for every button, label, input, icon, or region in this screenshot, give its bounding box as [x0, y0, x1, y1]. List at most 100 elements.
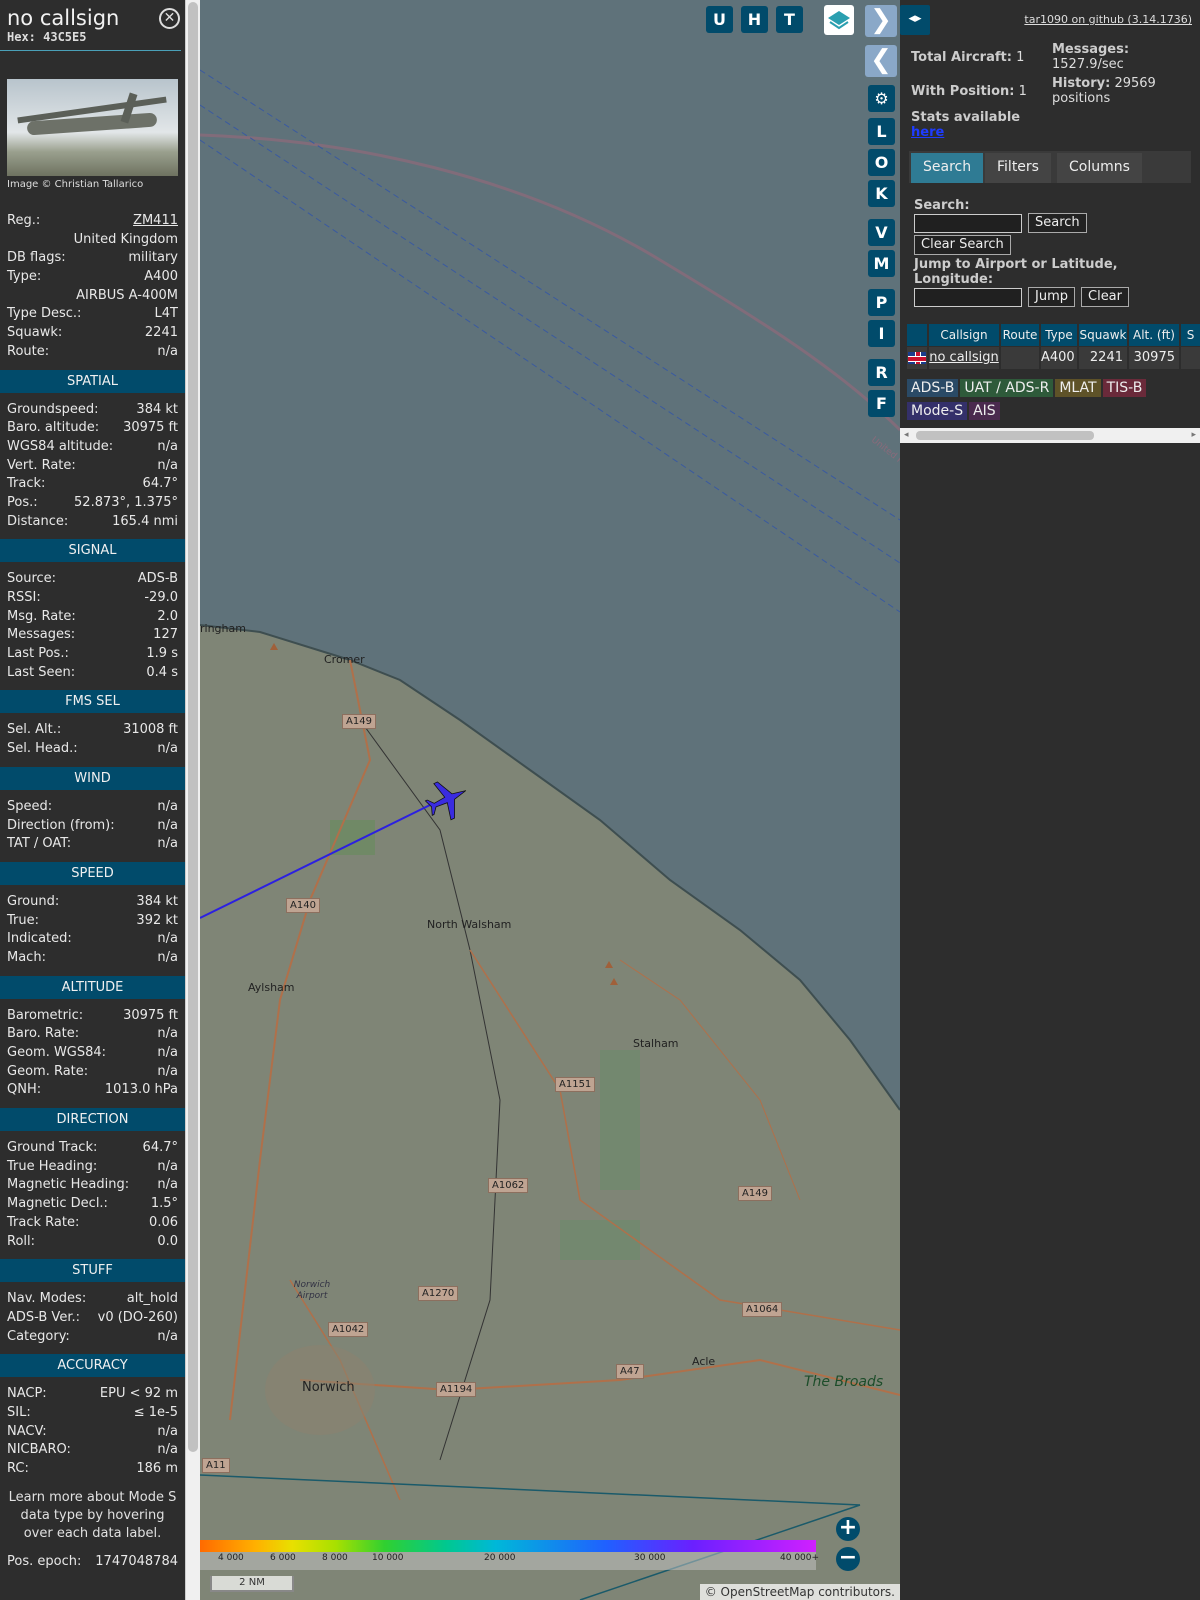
legend-ads-b[interactable]: ADS-B [907, 379, 959, 397]
col-callsign[interactable]: Callsign [929, 324, 1001, 346]
info-row-label[interactable]: True Heading: [7, 1158, 97, 1177]
osm-attribution[interactable]: © OpenStreetMap contributors. [699, 1584, 900, 1600]
legend-uat-ads-r[interactable]: UAT / ADS-R [960, 379, 1054, 397]
info-row-label[interactable]: Track Rate: [7, 1214, 79, 1233]
info-row-label[interactable]: DB flags: [7, 249, 66, 268]
info-row-label[interactable]: Ground Track: [7, 1139, 97, 1158]
jump-input[interactable] [914, 287, 1022, 307]
info-row-label[interactable]: Pos. epoch: [7, 1553, 81, 1572]
info-row-label[interactable]: Type: [7, 268, 41, 287]
info-row-label[interactable]: NACP: [7, 1385, 47, 1404]
info-row-label[interactable]: RC: [7, 1460, 29, 1479]
col-route[interactable]: Route [1001, 324, 1041, 346]
col-speed[interactable]: S [1181, 324, 1200, 346]
info-row-label[interactable]: Last Seen: [7, 664, 75, 683]
zoom-out-button[interactable]: − [836, 1547, 860, 1571]
map-button-m[interactable]: M [868, 250, 895, 277]
map-button-v[interactable]: V [868, 219, 895, 246]
info-row-label[interactable]: Speed: [7, 798, 52, 817]
callsign-cell[interactable]: no callsign [929, 347, 1001, 369]
info-row-label[interactable]: Geom. WGS84: [7, 1044, 106, 1063]
info-row-label[interactable]: Sel. Alt.: [7, 721, 61, 740]
info-row-label[interactable]: TAT / OAT: [7, 835, 71, 854]
info-row-label[interactable]: Direction (from): [7, 817, 115, 836]
info-row-label[interactable]: Source: [7, 570, 56, 589]
table-row[interactable]: no callsign A400 2241 30975 [907, 347, 1200, 369]
info-row-label[interactable]: Messages: [7, 626, 75, 645]
clear-jump-button[interactable]: Clear [1081, 287, 1129, 307]
info-row-label[interactable]: Geom. Rate: [7, 1063, 88, 1082]
sidebar-toggle-button[interactable]: ◂▸ [900, 5, 930, 35]
layers-button[interactable] [824, 5, 854, 35]
prev-aircraft-button[interactable]: ❮ [865, 45, 897, 77]
info-row-label[interactable]: True: [7, 912, 39, 931]
next-aircraft-button[interactable]: ❯ [865, 5, 897, 37]
info-row-label[interactable]: Magnetic Heading: [7, 1176, 129, 1195]
settings-button[interactable]: ⚙ [868, 85, 895, 112]
info-row-label[interactable]: Groundspeed: [7, 401, 98, 420]
info-row-label[interactable]: Last Pos.: [7, 645, 69, 664]
clear-search-button[interactable]: Clear Search [914, 235, 1011, 255]
info-row-label[interactable]: Roll: [7, 1233, 35, 1252]
info-row-label[interactable]: Ground: [7, 893, 59, 912]
info-row-label[interactable]: Reg.: [7, 212, 40, 231]
tab-search[interactable]: Search [911, 153, 984, 183]
map-button-o[interactable]: O [868, 149, 895, 176]
info-row-label[interactable]: NACV: [7, 1423, 47, 1442]
info-row-label[interactable]: Indicated: [7, 930, 72, 949]
stats-link[interactable]: here [911, 125, 944, 140]
jump-button[interactable]: Jump [1028, 287, 1075, 307]
map-view[interactable]: ringham Cromer North Walsham Aylsham Sta… [200, 0, 900, 1600]
info-row-label[interactable]: Type Desc.: [7, 305, 81, 324]
info-row-label[interactable]: QNH: [7, 1081, 41, 1100]
aircraft-photo[interactable] [7, 79, 178, 176]
info-row-label[interactable]: SIL: [7, 1404, 31, 1423]
info-panel-scrollbar[interactable] [185, 0, 200, 1600]
info-row-label[interactable]: Mach: [7, 949, 46, 968]
close-icon[interactable]: ✕ [159, 8, 180, 29]
tab-filters[interactable]: Filters [985, 153, 1051, 183]
info-row-label[interactable]: Sel. Head.: [7, 740, 78, 759]
zoom-in-button[interactable]: + [836, 1517, 860, 1541]
info-row-label[interactable]: Route: [7, 343, 49, 362]
map-button-l[interactable]: L [868, 118, 895, 145]
info-row-label[interactable]: Category: [7, 1328, 70, 1347]
info-row-label[interactable]: Msg. Rate: [7, 608, 76, 627]
col-flag[interactable] [907, 324, 929, 346]
github-link[interactable]: tar1090 on github (3.14.1736) [1024, 13, 1192, 26]
registration-link[interactable]: ZM411 [133, 212, 178, 231]
map-button-k[interactable]: K [868, 180, 895, 207]
table-horizontal-scrollbar[interactable]: ◂ ▸ [900, 428, 1200, 443]
info-row-label[interactable]: Nav. Modes: [7, 1290, 86, 1309]
tab-columns[interactable]: Columns [1057, 153, 1142, 183]
info-row-label[interactable]: WGS84 altitude: [7, 438, 113, 457]
map-button-u[interactable]: U [706, 6, 733, 33]
info-row-label[interactable]: RSSI: [7, 589, 41, 608]
map-button-r[interactable]: R [868, 359, 895, 386]
info-row-label[interactable]: Pos.: [7, 494, 38, 513]
info-row-label[interactable]: ADS-B Ver.: [7, 1309, 80, 1328]
legend-mlat[interactable]: MLAT [1055, 379, 1101, 397]
col-altitude[interactable]: Alt. (ft) [1129, 324, 1181, 346]
info-row-label[interactable]: Vert. Rate: [7, 457, 76, 476]
info-row-label[interactable]: Barometric: [7, 1007, 83, 1026]
legend-mode-s[interactable]: Mode-S [907, 402, 968, 420]
info-row-label[interactable]: Magnetic Decl.: [7, 1195, 108, 1214]
info-row-label[interactable]: Baro. Rate: [7, 1025, 79, 1044]
info-row-label[interactable]: Distance: [7, 513, 68, 532]
map-button-i[interactable]: I [868, 320, 895, 347]
legend-tis-b[interactable]: TIS-B [1102, 379, 1147, 397]
search-input[interactable] [914, 213, 1022, 233]
info-row-label[interactable]: Squawk: [7, 324, 62, 343]
search-button[interactable]: Search [1028, 213, 1087, 233]
col-type[interactable]: Type [1041, 324, 1079, 346]
map-button-h[interactable]: H [741, 6, 768, 33]
info-row-label[interactable]: Baro. altitude: [7, 419, 99, 438]
map-button-p[interactable]: P [868, 289, 895, 316]
map-button-f[interactable]: F [868, 390, 895, 417]
info-row-label[interactable]: NICBARO: [7, 1441, 71, 1460]
map-button-t[interactable]: T [776, 6, 803, 33]
info-row-label[interactable]: Track: [7, 475, 45, 494]
legend-ais[interactable]: AIS [969, 402, 1000, 420]
col-squawk[interactable]: Squawk [1079, 324, 1129, 346]
